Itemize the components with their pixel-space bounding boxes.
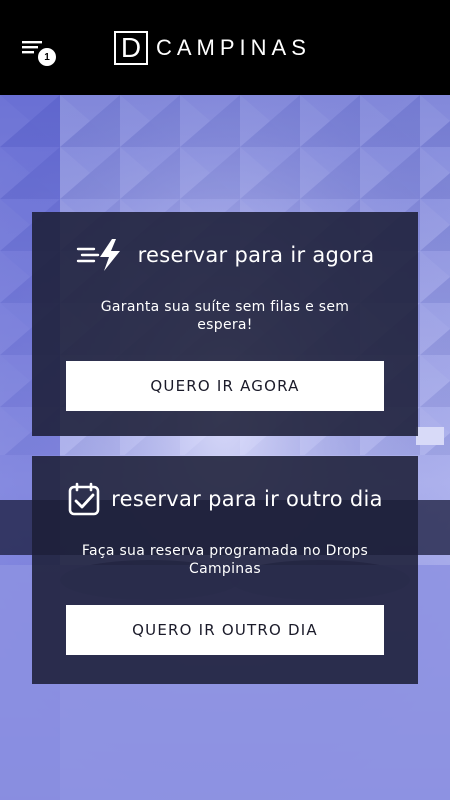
card-description: Garanta sua suíte sem filas e sem espera… [100, 299, 350, 333]
reserve-later-card: reservar para ir outro dia Faça sua rese… [32, 456, 418, 684]
logo-letter: D [120, 32, 142, 63]
bolt-speed-icon [76, 239, 120, 271]
app-header: 1 D CAMPINAS [0, 0, 450, 95]
go-another-day-button[interactable]: QUERO IR OUTRO DIA [66, 605, 384, 655]
card-header: reservar para ir outro dia [32, 482, 418, 516]
logo-text: CAMPINAS [156, 35, 311, 60]
card-title: reservar para ir agora [137, 243, 375, 267]
calendar-check-icon [68, 482, 100, 516]
logo-box: D [114, 31, 148, 65]
card-title: reservar para ir outro dia [111, 487, 383, 511]
reserve-now-card: reservar para ir agora Garanta sua suíte… [32, 212, 418, 436]
go-now-button[interactable]: QUERO IR AGORA [66, 361, 384, 411]
notification-badge: 1 [38, 48, 56, 66]
background-photo [0, 95, 450, 800]
brand-logo: D CAMPINAS [114, 30, 311, 66]
card-description: Faça sua reserva programada no Drops Cam… [81, 543, 369, 577]
card-header: reservar para ir agora [32, 238, 418, 272]
menu-button[interactable]: 1 [20, 38, 60, 68]
